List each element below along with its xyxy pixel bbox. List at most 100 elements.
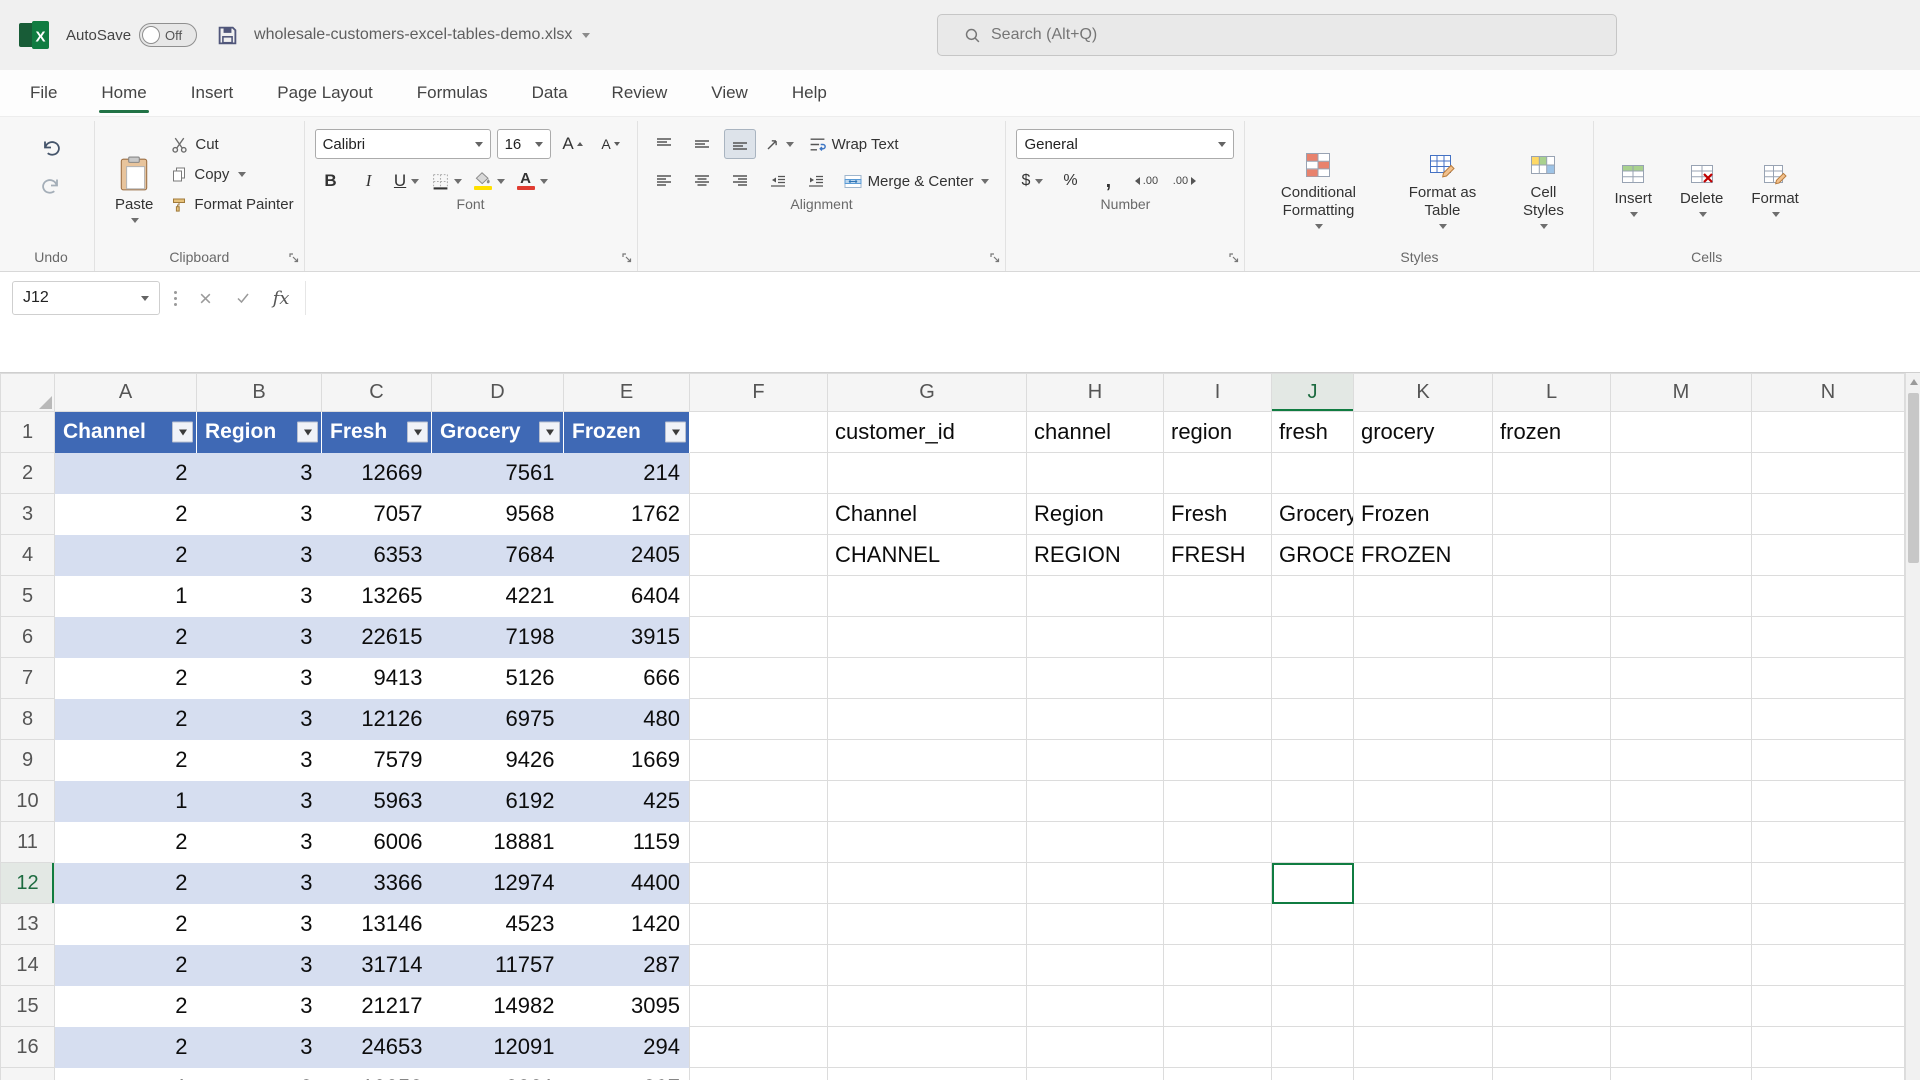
cell-G3[interactable]: Channel — [828, 494, 1027, 535]
cell-J12[interactable] — [1272, 863, 1354, 904]
cell-F7[interactable] — [690, 658, 828, 699]
cell-C5[interactable]: 13265 — [322, 576, 432, 617]
menu-tab-page-layout[interactable]: Page Layout — [277, 70, 372, 116]
cell-M1[interactable] — [1611, 412, 1752, 453]
document-title[interactable]: wholesale-customers-excel-tables-demo.xl… — [254, 26, 590, 44]
cell-I9[interactable] — [1164, 740, 1272, 781]
cell-G11[interactable] — [828, 822, 1027, 863]
cell-C14[interactable]: 31714 — [322, 945, 432, 986]
cell-H15[interactable] — [1027, 986, 1164, 1027]
cell-L10[interactable] — [1493, 781, 1611, 822]
cell-M8[interactable] — [1611, 699, 1752, 740]
cell-I13[interactable] — [1164, 904, 1272, 945]
cell-H12[interactable] — [1027, 863, 1164, 904]
cell-B8[interactable]: 3 — [197, 699, 322, 740]
cell-N16[interactable] — [1752, 1027, 1905, 1068]
cell-B3[interactable]: 3 — [197, 494, 322, 535]
cell-E15[interactable]: 3095 — [564, 986, 690, 1027]
filter-button[interactable] — [297, 422, 318, 443]
cell-L14[interactable] — [1493, 945, 1611, 986]
row-header-16[interactable]: 16 — [1, 1027, 55, 1068]
cell-N11[interactable] — [1752, 822, 1905, 863]
column-header-D[interactable]: D — [432, 374, 564, 412]
cell-K1[interactable]: grocery — [1354, 412, 1493, 453]
cell-D17[interactable]: 3821 — [432, 1068, 564, 1080]
column-header-J[interactable]: J — [1272, 374, 1354, 412]
cell-J3[interactable]: Grocery — [1272, 494, 1354, 535]
cell-N12[interactable] — [1752, 863, 1905, 904]
cell-H4[interactable]: REGION — [1027, 535, 1164, 576]
cell-E2[interactable]: 214 — [564, 453, 690, 494]
redo-button[interactable] — [35, 171, 67, 201]
cell-F2[interactable] — [690, 453, 828, 494]
cell-L13[interactable] — [1493, 904, 1611, 945]
cell-K12[interactable] — [1354, 863, 1493, 904]
row-header-13[interactable]: 13 — [1, 904, 55, 945]
column-header-B[interactable]: B — [197, 374, 322, 412]
cell-I2[interactable] — [1164, 453, 1272, 494]
cell-B10[interactable]: 3 — [197, 781, 322, 822]
cell-B2[interactable]: 3 — [197, 453, 322, 494]
cell-A9[interactable]: 2 — [55, 740, 197, 781]
cell-L9[interactable] — [1493, 740, 1611, 781]
delete-cells-button[interactable]: Delete — [1670, 154, 1733, 219]
cell-C13[interactable]: 13146 — [322, 904, 432, 945]
cell-B5[interactable]: 3 — [197, 576, 322, 617]
cell-G6[interactable] — [828, 617, 1027, 658]
cell-A13[interactable]: 2 — [55, 904, 197, 945]
cell-A3[interactable]: 2 — [55, 494, 197, 535]
cell-M5[interactable] — [1611, 576, 1752, 617]
cell-M9[interactable] — [1611, 740, 1752, 781]
cell-F14[interactable] — [690, 945, 828, 986]
cell-L6[interactable] — [1493, 617, 1611, 658]
cell-D5[interactable]: 4221 — [432, 576, 564, 617]
cell-N14[interactable] — [1752, 945, 1905, 986]
cell-N9[interactable] — [1752, 740, 1905, 781]
cell-L4[interactable] — [1493, 535, 1611, 576]
cell-D12[interactable]: 12974 — [432, 863, 564, 904]
cell-K11[interactable] — [1354, 822, 1493, 863]
cell-M2[interactable] — [1611, 453, 1752, 494]
copy-button[interactable]: Copy — [171, 161, 293, 187]
merge-center-button[interactable]: Merge & Center — [838, 166, 996, 196]
cell-D9[interactable]: 9426 — [432, 740, 564, 781]
cell-E5[interactable]: 6404 — [564, 576, 690, 617]
italic-button[interactable]: I — [353, 166, 385, 196]
cell-F16[interactable] — [690, 1027, 828, 1068]
filter-button[interactable] — [407, 422, 428, 443]
menu-tab-file[interactable]: File — [30, 70, 57, 116]
filter-button[interactable] — [539, 422, 560, 443]
cell-M7[interactable] — [1611, 658, 1752, 699]
alignment-dialog-launcher[interactable] — [989, 252, 1001, 264]
cell-D2[interactable]: 7561 — [432, 453, 564, 494]
cell-K5[interactable] — [1354, 576, 1493, 617]
cell-C6[interactable]: 22615 — [322, 617, 432, 658]
cell-E10[interactable]: 425 — [564, 781, 690, 822]
column-header-G[interactable]: G — [828, 374, 1027, 412]
cell-E1[interactable]: Frozen — [564, 412, 690, 453]
cell-B4[interactable]: 3 — [197, 535, 322, 576]
cell-E9[interactable]: 1669 — [564, 740, 690, 781]
borders-button[interactable] — [429, 166, 465, 196]
cell-A15[interactable]: 2 — [55, 986, 197, 1027]
cell-I6[interactable] — [1164, 617, 1272, 658]
cell-H14[interactable] — [1027, 945, 1164, 986]
cell-M13[interactable] — [1611, 904, 1752, 945]
cell-H7[interactable] — [1027, 658, 1164, 699]
cell-J16[interactable] — [1272, 1027, 1354, 1068]
cell-M16[interactable] — [1611, 1027, 1752, 1068]
cell-A16[interactable]: 2 — [55, 1027, 197, 1068]
column-header-E[interactable]: E — [564, 374, 690, 412]
cell-N2[interactable] — [1752, 453, 1905, 494]
cell-F15[interactable] — [690, 986, 828, 1027]
cell-I15[interactable] — [1164, 986, 1272, 1027]
cell-B14[interactable]: 3 — [197, 945, 322, 986]
cell-M4[interactable] — [1611, 535, 1752, 576]
cell-G7[interactable] — [828, 658, 1027, 699]
cell-F5[interactable] — [690, 576, 828, 617]
cell-A17[interactable]: 1 — [55, 1068, 197, 1080]
cell-E12[interactable]: 4400 — [564, 863, 690, 904]
cell-H13[interactable] — [1027, 904, 1164, 945]
cell-M12[interactable] — [1611, 863, 1752, 904]
font-family-select[interactable]: Calibri — [315, 129, 491, 159]
